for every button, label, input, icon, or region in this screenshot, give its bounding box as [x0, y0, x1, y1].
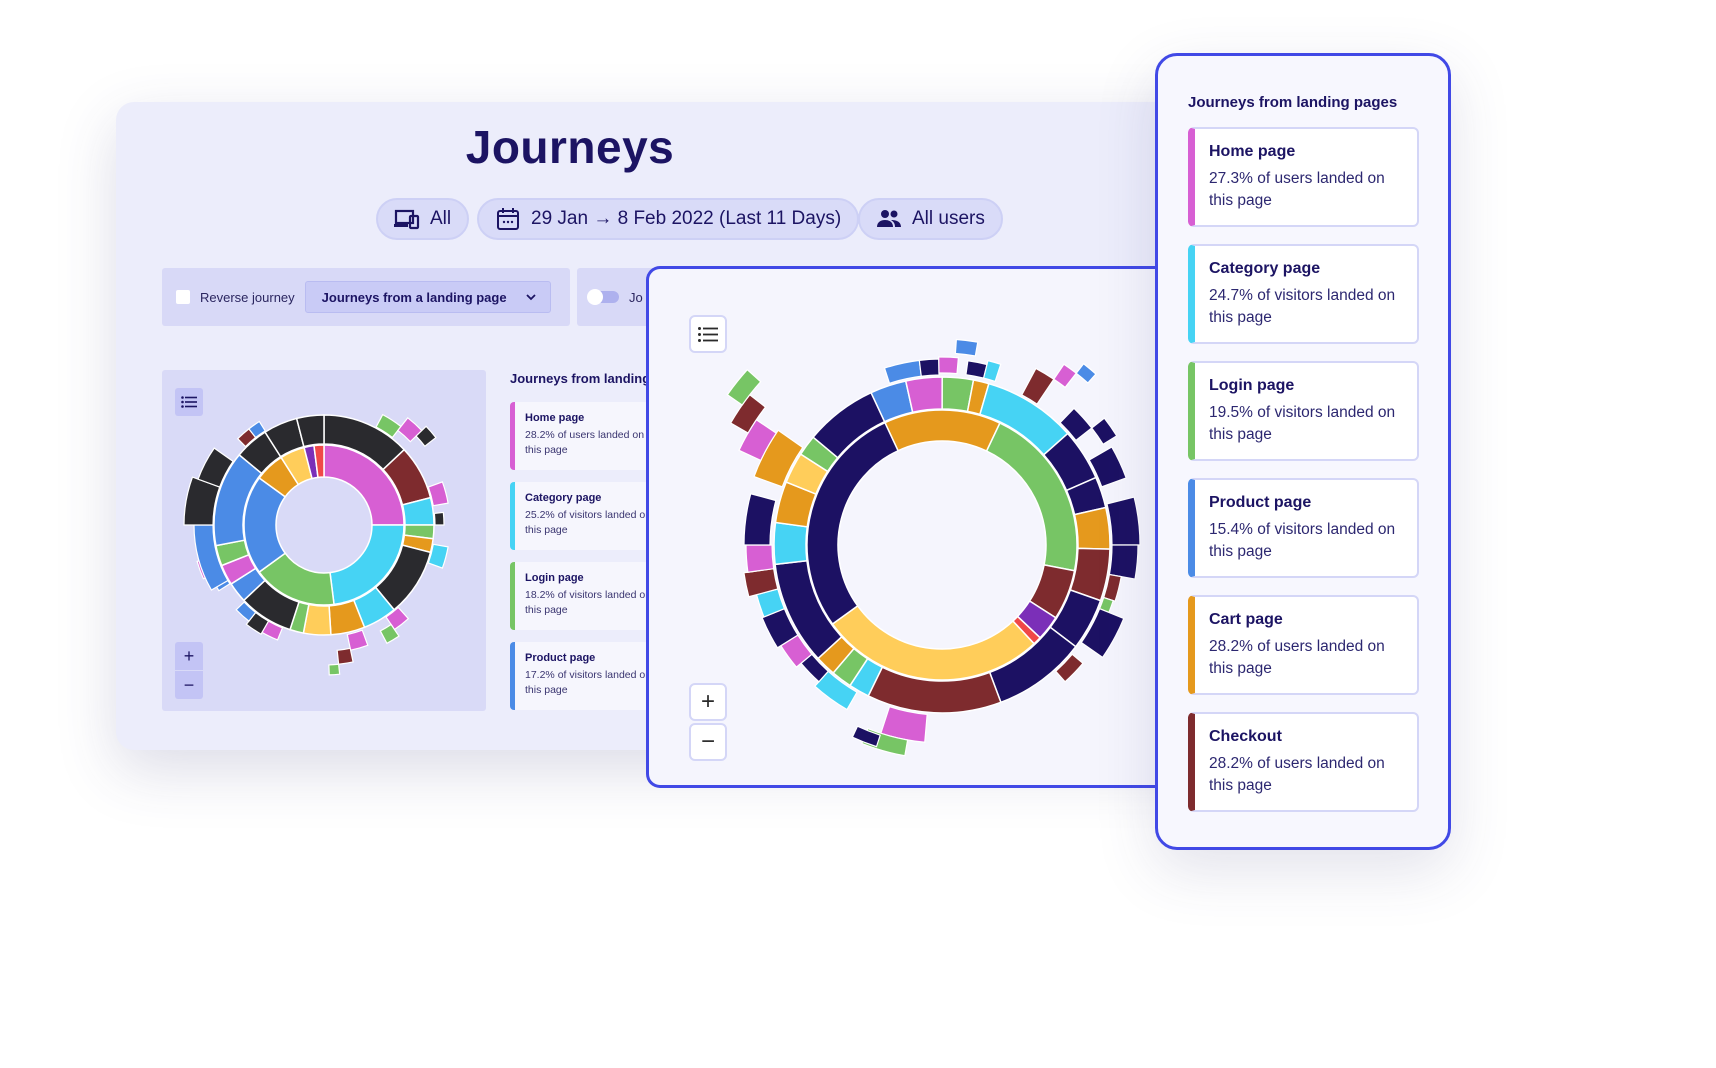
legend-card-description: 28.2% of users landed on this page [1209, 638, 1385, 677]
sunburst-segment-ring2-8[interactable] [1073, 506, 1111, 550]
segment-filter-button[interactable]: All users [858, 198, 1003, 240]
chevron-down-icon [526, 293, 536, 300]
small-legend-title: Journeys from landing [510, 371, 651, 386]
legend-card-description: 27.3% of users landed on this page [1209, 170, 1385, 209]
legend-card-description: 18.2% of visitors landed on this page [525, 589, 652, 616]
legend-card-description: 19.5% of visitors landed on this page [1209, 404, 1396, 443]
plus-icon: + [183, 645, 195, 666]
page-title: Journeys [465, 121, 675, 173]
legend-card-name: Product page [525, 652, 596, 664]
legend-title: Journeys from landing pages [1188, 94, 1398, 111]
legend-card-login-page[interactable]: Login page 19.5% of visitors landed on th… [1188, 361, 1419, 461]
sunburst-outer-segment-21[interactable] [851, 725, 881, 748]
toggle-switch[interactable] [587, 289, 619, 305]
legend-card-name: Category page [1209, 260, 1321, 277]
calendar-icon [497, 208, 519, 230]
legend-card-name: Checkout [1209, 728, 1282, 745]
date-range-label: 29 Jan → 8 Feb 2022 (Last 11 Days) [531, 208, 842, 229]
sunburst-outer-segment-4[interactable] [954, 338, 979, 357]
device-filter-label: All [430, 208, 452, 229]
sunburst-outer-segment-5[interactable] [433, 511, 445, 526]
sunburst-outer-segment-28[interactable] [745, 544, 775, 573]
journey-type-select[interactable]: Journeys from a landing page [304, 281, 551, 313]
users-icon [877, 210, 901, 227]
device-filter-button[interactable]: All [376, 198, 470, 240]
big-sunburst-panel: + − [646, 266, 1166, 788]
legend-card-description: 17.2% of visitors landed on this page [525, 669, 652, 696]
legend-card-description: 15.4% of visitors landed on this page [1209, 521, 1396, 560]
legend-card-name: Product page [1209, 494, 1312, 511]
legend-card-checkout[interactable]: Checkout 28.2% of users landed on this pa… [1188, 712, 1419, 812]
minus-icon: − [700, 728, 715, 755]
zoom-in-button[interactable]: + [175, 642, 203, 670]
sunburst-outer-segment-3[interactable] [938, 356, 960, 375]
plus-icon: + [700, 688, 715, 715]
legend-card-home-page[interactable]: Home page 28.2% of users landed on this p… [510, 402, 655, 470]
legend-card-description: 25.2% of visitors landed on this page [525, 509, 652, 536]
sunburst-outer-segment-14[interactable] [1108, 544, 1139, 580]
segment-filter-label: All users [912, 208, 985, 229]
sunburst-outer-segment-2[interactable] [918, 358, 940, 377]
zoom-out-button[interactable]: − [689, 723, 727, 761]
zoom-in-button[interactable]: + [689, 683, 727, 721]
journey-type-value: Journeys from a landing page [321, 289, 507, 305]
sunburst-outer-segment-9[interactable] [346, 629, 369, 651]
sunburst-outer-segment-8[interactable] [1053, 363, 1078, 389]
small-sunburst-panel: + − [162, 370, 486, 711]
legend-card-name: Login page [525, 572, 584, 584]
sunburst-outer-segment-13[interactable] [1106, 496, 1141, 546]
legend-card-product-page[interactable]: Product page 17.2% of visitors landed on … [510, 642, 655, 710]
sunburst-outer-segment-11[interactable] [328, 663, 341, 676]
legend-card-home-page[interactable]: Home page 27.3% of users landed on this p… [1188, 127, 1419, 227]
sunburst-segment-ring2-2[interactable] [904, 376, 943, 414]
legend-card-product-page[interactable]: Product page 15.4% of visitors landed on … [1188, 478, 1419, 578]
sunburst-outer-segment-29[interactable] [743, 493, 777, 546]
reverse-journey-label: Reverse journey [200, 289, 295, 305]
legend-panel: Journeys from landing pages Home page 27.… [1155, 53, 1451, 850]
sunburst-outer-segment-9[interactable] [1075, 362, 1097, 384]
small-sunburst-chart[interactable] [162, 370, 486, 711]
sunburst-segment-ring2-17[interactable] [773, 521, 809, 566]
legend-card-category-page[interactable]: Category page 24.7% of visitors landed on… [1188, 244, 1419, 344]
journey-toolbar: Reverse journey Journeys from a landing … [162, 268, 570, 326]
journey-toolbar-secondary: Jo [577, 268, 657, 326]
legend-card-description: 24.7% of visitors landed on this page [1209, 287, 1396, 326]
reverse-journey-checkbox[interactable] [176, 290, 190, 304]
legend-card-login-page[interactable]: Login page 18.2% of visitors landed on th… [510, 562, 655, 630]
legend-card-description: 28.2% of users landed on this page [525, 429, 645, 456]
legend-card-name: Home page [525, 412, 585, 424]
legend-card-description: 28.2% of users landed on this page [1209, 755, 1385, 794]
sunburst-segment-ring1-1[interactable] [883, 409, 1001, 453]
zoom-out-button[interactable]: − [175, 671, 203, 699]
date-range-button[interactable]: 29 Jan → 8 Feb 2022 (Last 11 Days) [477, 198, 860, 240]
legend-card-cart-page[interactable]: Cart page 28.2% of users landed on this p… [1188, 595, 1419, 695]
minus-icon: − [183, 674, 195, 695]
legend-card-name: Cart page [1209, 611, 1283, 628]
legend-card-name: Home page [1209, 143, 1296, 160]
legend-card-name: Category page [525, 492, 602, 504]
legend-card-category-page[interactable]: Category page 25.2% of visitors landed on… [510, 482, 655, 550]
toggle-label: Jo [629, 289, 643, 305]
devices-icon [394, 209, 420, 230]
sunburst-outer-segment-7[interactable] [1020, 367, 1055, 405]
legend-card-name: Login page [1209, 377, 1295, 394]
sunburst-outer-segment-11[interactable] [1090, 417, 1118, 446]
sunburst-outer-segment-10[interactable] [336, 647, 354, 665]
